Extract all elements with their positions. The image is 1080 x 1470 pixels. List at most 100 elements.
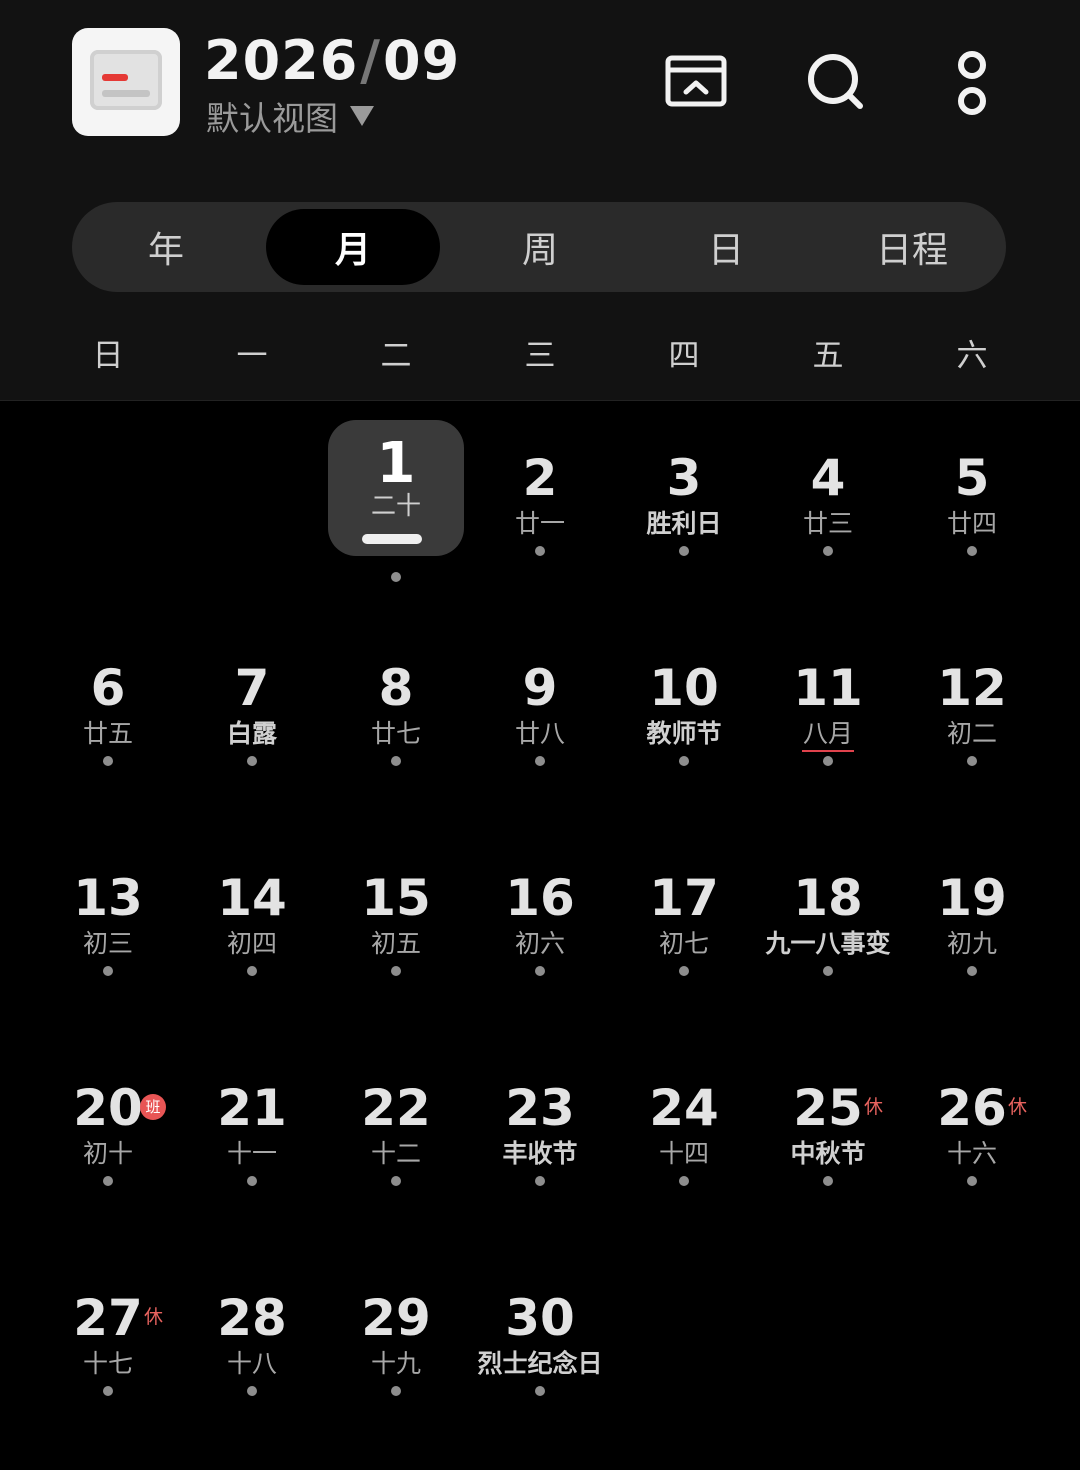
day-cell[interactable]: 23 丰收节	[468, 1080, 612, 1260]
day-cell[interactable]: 7 白露	[180, 660, 324, 840]
lunar-date-label: 初五	[370, 929, 421, 958]
event-dot-indicator	[967, 1176, 977, 1186]
weekday-monday: 一	[236, 338, 268, 374]
lunar-date-label: 教师节	[646, 719, 722, 748]
lunar-date-label: 廿一	[514, 509, 565, 538]
day-cell[interactable]: 12 初二	[900, 660, 1044, 840]
tab-month[interactable]: 月	[266, 209, 440, 285]
collapse-view-icon[interactable]	[664, 50, 728, 114]
day-number: 19	[937, 869, 1007, 927]
view-selector-label: 默认视图	[206, 99, 338, 138]
day-number: 5	[954, 449, 990, 507]
event-dot-indicator	[391, 1386, 401, 1396]
day-cell[interactable]: 16 初六	[468, 870, 612, 1050]
day-cell[interactable]: 17 初七	[612, 870, 756, 1050]
view-mode-segmented-control: 年 月 周 日 日程	[72, 202, 1006, 292]
day-number: 14	[217, 869, 287, 927]
lunar-date-label: 廿四	[946, 509, 997, 538]
day-number: 16	[505, 869, 575, 927]
lunar-date-label: 九一八事变	[765, 929, 891, 958]
event-dot-indicator	[823, 756, 833, 766]
day-number: 6	[90, 659, 126, 717]
day-cell[interactable]: 19 初九	[900, 870, 1044, 1050]
lunar-date-label: 初三	[82, 929, 133, 958]
event-dot-indicator	[247, 966, 257, 976]
lunar-date-label: 十八	[226, 1349, 277, 1378]
weekday-saturday: 六	[956, 338, 988, 374]
tab-week[interactable]: 周	[452, 209, 628, 285]
lunar-date-label: 胜利日	[646, 509, 722, 538]
day-cell[interactable]: 21 十一	[180, 1080, 324, 1260]
day-cell[interactable]: 13 初三	[36, 870, 180, 1050]
event-dot-indicator	[967, 756, 977, 766]
calendar-app-icon[interactable]	[72, 28, 180, 136]
day-cell[interactable]: 22 十二	[324, 1080, 468, 1260]
event-dot-indicator	[247, 1176, 257, 1186]
day-cell[interactable]: 2 廿一	[468, 450, 612, 630]
more-options-icon[interactable]	[940, 46, 1004, 136]
day-cell[interactable]: 9 廿八	[468, 660, 612, 840]
month-title[interactable]: 2026/09	[204, 30, 460, 92]
tab-agenda[interactable]: 日程	[824, 209, 1000, 285]
lunar-date-label: 中秋节	[790, 1139, 866, 1168]
day-cell[interactable]: 10 教师节	[612, 660, 756, 840]
day-cell[interactable]: 25 中秋节休	[756, 1080, 900, 1260]
event-dot-indicator	[103, 1176, 113, 1186]
weekday-thursday: 四	[668, 338, 700, 374]
weekday-wednesday: 三	[524, 338, 556, 374]
event-dot-indicator	[823, 966, 833, 976]
day-cell[interactable]: 6 廿五	[36, 660, 180, 840]
lunar-date-label: 十四	[658, 1139, 709, 1168]
lunar-date-label: 廿八	[514, 719, 565, 748]
day-cell[interactable]: 15 初五	[324, 870, 468, 1050]
holiday-badge: 休	[1008, 1096, 1028, 1118]
event-dot-indicator	[679, 966, 689, 976]
day-cell[interactable]: 11 八月	[756, 660, 900, 840]
day-cell[interactable]: 30 烈士纪念日	[468, 1290, 612, 1470]
event-dot-indicator	[679, 546, 689, 556]
weekday-sunday: 日	[92, 338, 124, 374]
workday-badge: 班	[140, 1094, 166, 1120]
day-number: 15	[361, 869, 431, 927]
tab-year[interactable]: 年	[78, 209, 254, 285]
day-cell[interactable]: 20 初十班	[36, 1080, 180, 1260]
day-cell[interactable]: 5 廿四	[900, 450, 1044, 630]
day-cell[interactable]: 18 九一八事变	[756, 870, 900, 1050]
weekday-tuesday: 二	[380, 338, 412, 374]
holiday-badge: 休	[144, 1306, 164, 1328]
day-cell[interactable]: 14 初四	[180, 870, 324, 1050]
lunar-date-label: 廿三	[802, 509, 853, 538]
event-dot-indicator	[535, 756, 545, 766]
lunar-date-label: 初六	[514, 929, 565, 958]
tab-day[interactable]: 日	[638, 209, 814, 285]
lunar-date-label: 初七	[658, 929, 709, 958]
search-icon[interactable]	[804, 50, 868, 114]
day-number: 24	[649, 1079, 719, 1137]
day-cell[interactable]: 8 廿七	[324, 660, 468, 840]
calendar-app-icon-red-bar	[102, 74, 128, 81]
lunar-date-label: 十二	[370, 1139, 421, 1168]
day-cell[interactable]: 28 十八	[180, 1290, 324, 1470]
day-cell[interactable]: 3 胜利日	[612, 450, 756, 630]
lunar-date-label: 十九	[370, 1349, 421, 1378]
day-number: 12	[937, 659, 1007, 717]
day-number: 7	[234, 659, 270, 717]
lunar-date-label: 初四	[226, 929, 277, 958]
day-cell[interactable]: 24 十四	[612, 1080, 756, 1260]
day-cell[interactable]: 1 二十	[324, 420, 468, 630]
day-number: 30	[505, 1289, 575, 1347]
view-selector-dropdown[interactable]: 默认视图	[206, 94, 374, 138]
event-dot-indicator	[103, 966, 113, 976]
day-cell[interactable]: 29 十九	[324, 1290, 468, 1470]
day-cell[interactable]: 26 十六休	[900, 1080, 1044, 1260]
day-number: 21	[217, 1079, 287, 1137]
lunar-date-label: 十一	[226, 1139, 277, 1168]
lunar-date-label: 廿五	[82, 719, 133, 748]
day-number: 13	[73, 869, 143, 927]
day-cell[interactable]: 4 廿三	[756, 450, 900, 630]
event-dot-indicator	[247, 756, 257, 766]
day-cell[interactable]: 27 十七休	[36, 1290, 180, 1470]
lunar-date-label: 初九	[946, 929, 997, 958]
event-dot-indicator	[103, 756, 113, 766]
day-number: 2	[522, 449, 558, 507]
